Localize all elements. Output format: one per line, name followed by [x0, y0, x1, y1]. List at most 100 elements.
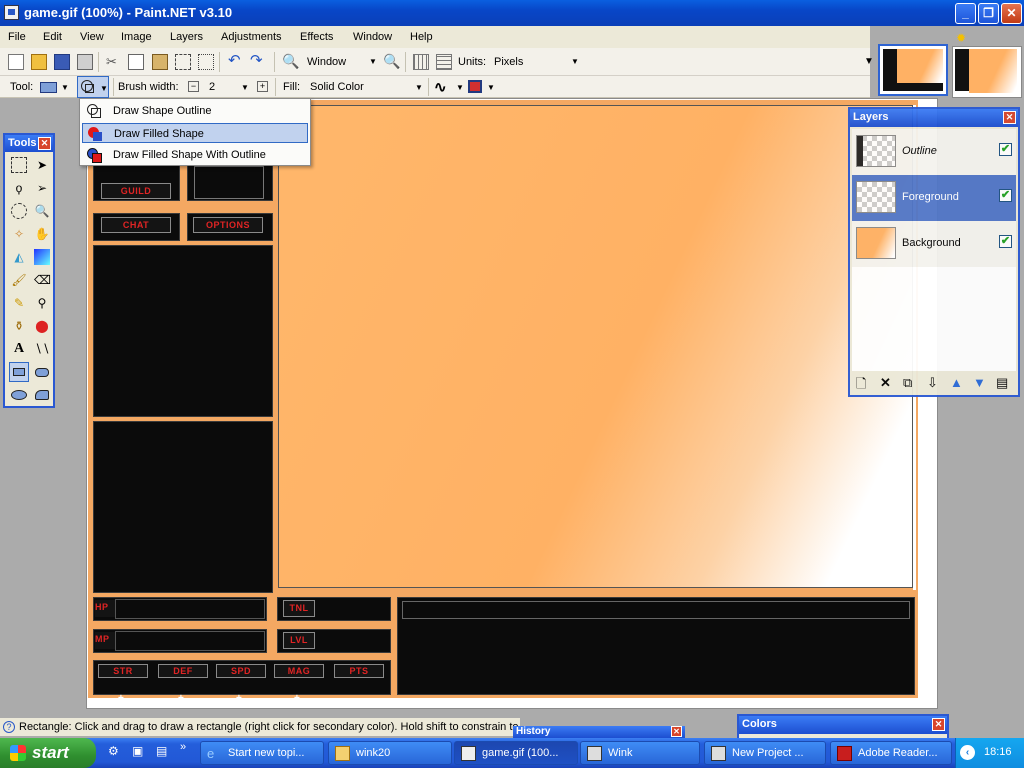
close-icon[interactable]: ✕	[932, 718, 945, 731]
rounded-rectangle-icon[interactable]	[34, 364, 50, 380]
layer-row-foreground[interactable]: Foreground ✔	[852, 175, 1016, 221]
close-icon[interactable]: ✕	[671, 726, 682, 737]
close-icon[interactable]: ✕	[38, 137, 51, 150]
thumbnail-second[interactable]	[952, 46, 1022, 98]
new-icon[interactable]	[8, 54, 24, 70]
text-icon[interactable]: A	[11, 341, 27, 357]
gradient-icon[interactable]	[34, 249, 50, 265]
tools-window-header[interactable]: Tools ✕	[5, 135, 53, 152]
menu-item-draw-filled-shape[interactable]: Draw Filled Shape	[82, 123, 308, 143]
shape-type-dropdown[interactable]: ▼	[77, 76, 109, 98]
layer-visibility-checkbox[interactable]: ✔	[999, 235, 1012, 248]
paste-icon[interactable]	[152, 54, 168, 70]
paint-bucket-icon[interactable]: ◭	[11, 249, 27, 265]
task-new-project[interactable]: New Project ...	[704, 741, 826, 765]
layer-properties-icon[interactable]: ▤	[996, 375, 1008, 391]
chevron-down-icon[interactable]: ▼	[456, 83, 464, 92]
chevron-down-icon[interactable]: ▼	[415, 83, 423, 92]
layers-window-header[interactable]: Layers ✕	[850, 109, 1018, 127]
rectangle-tool-icon[interactable]	[40, 82, 57, 93]
minimize-button[interactable]: _	[955, 3, 976, 24]
task-wink20[interactable]: wink20	[328, 741, 452, 765]
close-icon[interactable]: ✕	[1003, 111, 1016, 124]
ellipse-select-icon[interactable]	[11, 203, 27, 219]
copy-icon[interactable]	[128, 54, 144, 70]
crop-icon[interactable]	[175, 54, 191, 70]
menu-file[interactable]: File	[8, 31, 26, 43]
menu-help[interactable]: Help	[410, 31, 433, 43]
menu-item-draw-shape-outline[interactable]: Draw Shape Outline	[82, 101, 308, 121]
chevron-down-icon[interactable]: ▼	[571, 57, 579, 66]
color-picker-icon[interactable]: ⚲	[34, 295, 50, 311]
chevron-down-icon[interactable]: ▼	[369, 57, 377, 66]
window-switch-icon[interactable]: ▤	[156, 744, 167, 758]
menu-view[interactable]: View	[80, 31, 104, 43]
units-dropdown[interactable]: Pixels	[494, 56, 523, 68]
move-selected-icon[interactable]: ➤	[34, 157, 50, 173]
zoom-icon[interactable]: 🔍	[34, 203, 50, 219]
zoom-in-icon[interactable]: 🔍	[383, 53, 400, 69]
rectangle-select-icon[interactable]	[11, 157, 27, 173]
thumbnail-menu-icon[interactable]: ▼	[864, 56, 874, 67]
menu-adjustments[interactable]: Adjustments	[221, 31, 282, 43]
clone-stamp-icon[interactable]: ⚱	[11, 318, 27, 334]
brush-width-increase[interactable]: +	[257, 81, 268, 92]
desktop-icon[interactable]: ▣	[132, 744, 143, 758]
move-selection-icon[interactable]: ➢	[34, 180, 50, 196]
layer-visibility-checkbox[interactable]: ✔	[999, 143, 1012, 156]
undo-icon[interactable]: ↶	[228, 53, 244, 69]
game-view-gradient[interactable]	[278, 105, 913, 588]
rectangle-icon[interactable]	[9, 362, 29, 382]
restore-button[interactable]: ❐	[978, 3, 999, 24]
duplicate-layer-icon[interactable]: ⧉	[903, 375, 912, 391]
menu-window[interactable]: Window	[353, 31, 392, 43]
chevron-down-icon[interactable]: ▼	[241, 83, 249, 92]
zoom-out-icon[interactable]: 🔍	[282, 53, 299, 69]
task-adobe-reader[interactable]: Adobe Reader...	[830, 741, 952, 765]
layer-visibility-checkbox[interactable]: ✔	[999, 189, 1012, 202]
brush-width-decrease[interactable]: −	[188, 81, 199, 92]
move-layer-up-icon[interactable]: ▲	[950, 375, 963, 390]
cut-icon[interactable]: ✂	[106, 54, 122, 70]
quicklaunch-icon[interactable]: ⚙	[108, 744, 119, 758]
pencil-icon[interactable]: ✎	[11, 295, 27, 311]
deselect-icon[interactable]	[198, 54, 214, 70]
magic-wand-icon[interactable]: ✧	[11, 226, 27, 242]
task-start-new-topic[interactable]: e Start new topi...	[200, 741, 324, 765]
print-icon[interactable]	[77, 54, 93, 70]
redo-icon[interactable]: ↷	[250, 53, 266, 69]
pan-icon[interactable]: ✋	[34, 226, 50, 242]
layer-row-outline[interactable]: Outline ✔	[852, 129, 1016, 175]
save-icon[interactable]	[54, 54, 70, 70]
freeform-shape-icon[interactable]	[34, 387, 50, 403]
add-layer-icon[interactable]: 🗋	[856, 375, 866, 397]
menu-edit[interactable]: Edit	[43, 31, 62, 43]
merge-layer-down-icon[interactable]: ⇩	[927, 375, 938, 391]
fill-dropdown[interactable]: Solid Color	[310, 81, 364, 93]
rulers-icon[interactable]	[436, 54, 452, 70]
move-layer-down-icon[interactable]: ▼	[973, 375, 986, 390]
task-wink[interactable]: Wink	[580, 741, 700, 765]
paintnet-app-icon[interactable]	[4, 5, 19, 20]
chevron-down-icon[interactable]: ▼	[61, 83, 69, 92]
close-button[interactable]: ✕	[1001, 3, 1022, 24]
grid-icon[interactable]	[413, 54, 429, 70]
blend-mode-icon[interactable]	[468, 80, 482, 93]
menu-item-draw-filled-shape-with-outline[interactable]: Draw Filled Shape With Outline	[82, 145, 308, 165]
colors-window-header[interactable]: Colors ✕	[739, 716, 947, 734]
line-curve-icon[interactable]: ∖∖	[34, 341, 50, 357]
layer-row-background[interactable]: Background ✔	[852, 221, 1016, 267]
start-button[interactable]: start	[0, 738, 96, 768]
brush-width-value[interactable]: 2	[209, 81, 215, 93]
ellipse-icon[interactable]	[11, 387, 27, 403]
task-game-gif[interactable]: game.gif (100...	[454, 741, 578, 765]
history-window-header[interactable]: History ✕	[513, 726, 685, 738]
tray-expand-icon[interactable]: ‹	[960, 745, 975, 760]
open-icon[interactable]	[31, 54, 47, 70]
eraser-icon[interactable]: ⌫	[34, 272, 51, 288]
paintbrush-icon[interactable]: 🖌	[11, 272, 27, 288]
antialiasing-icon[interactable]: ∿	[434, 78, 447, 96]
delete-layer-icon[interactable]: ✕	[880, 375, 891, 391]
menu-effects[interactable]: Effects	[300, 31, 333, 43]
chevron-down-icon[interactable]: ▼	[487, 83, 495, 92]
